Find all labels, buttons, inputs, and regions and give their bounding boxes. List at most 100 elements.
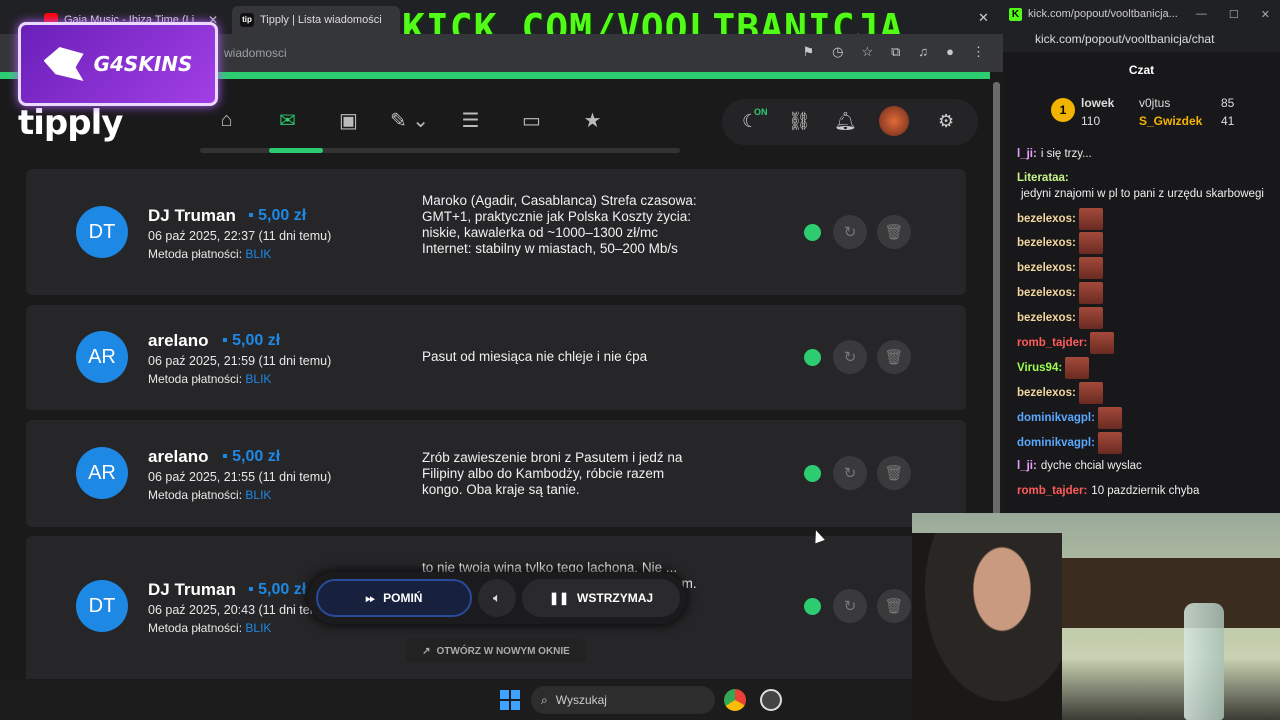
status-dot <box>804 224 821 241</box>
menu-icon[interactable]: ⋮ <box>972 44 985 60</box>
chat-message: bezelexos: <box>1017 282 1275 304</box>
leader-value: 41 <box>1221 114 1235 128</box>
webcam-bottle <box>1184 603 1224 720</box>
webcam-shelf <box>1042 558 1280 628</box>
home-icon[interactable]: ⌂ <box>196 103 257 137</box>
server-icon[interactable]: ☰ <box>440 103 501 137</box>
chat-text: i się trzy... <box>1040 148 1092 160</box>
donation-message: Pasut od miesiąca nie chleje i nie ćpa <box>422 349 648 364</box>
leader-user: lowek <box>1081 96 1115 110</box>
star-icon[interactable]: ★ <box>562 103 623 137</box>
chat-username[interactable]: bezelexos: <box>1017 385 1076 401</box>
search-icon: ⌕ <box>541 692 548 707</box>
profile-icon[interactable]: ● <box>946 44 954 60</box>
avatar: AR <box>76 447 128 499</box>
chat-message: bezelexos: <box>1017 257 1275 279</box>
trash-icon[interactable]: 🗑︎ <box>877 456 911 490</box>
extensions-icon[interactable]: ⧉ <box>891 44 900 60</box>
chat-message: dominikvagpl: <box>1017 407 1275 429</box>
chat-message: bezelexos: <box>1017 382 1275 404</box>
bookmark-star-icon[interactable]: ☆ <box>861 44 873 60</box>
chat-text: dyche chcial wyslac <box>1040 460 1142 472</box>
chat-username[interactable]: bezelexos: <box>1017 310 1076 326</box>
replay-icon[interactable]: ↻ <box>833 456 867 490</box>
url-text: wiadomosci <box>224 46 287 60</box>
avatar[interactable] <box>879 106 909 136</box>
windows-start-icon[interactable] <box>500 690 520 710</box>
emote-icon <box>1078 208 1103 230</box>
gear-icon[interactable]: ⚙ <box>938 111 954 132</box>
minimize-icon[interactable]: — <box>1196 8 1207 21</box>
chat-tab-title[interactable]: kick.com/popout/vooltbanicja... <box>1028 8 1178 20</box>
avatar: AR <box>76 331 128 383</box>
pause-icon: ❚❚ <box>548 591 570 605</box>
emote-icon <box>1078 282 1103 304</box>
translate-icon[interactable]: ⚑ <box>802 44 814 60</box>
chat-username[interactable]: l_ji: <box>1017 458 1037 474</box>
open-new-window-button[interactable]: ↗ OTWÓRZ W NOWYM OKNIE <box>406 639 586 663</box>
bell-icon[interactable]: 🔔︎ <box>834 111 857 132</box>
chat-username[interactable]: Literataa: <box>1017 170 1069 186</box>
chat-username[interactable]: dominikvagpl: <box>1017 410 1095 426</box>
message-card: AR arelano ▪ 5,00 zł 06 paź 2025, 21:59 … <box>26 305 966 410</box>
status-dot <box>804 465 821 482</box>
wallet-icon[interactable]: ▣ <box>318 103 379 137</box>
obs-icon[interactable] <box>760 689 782 711</box>
media-icon[interactable]: ♫ <box>918 44 928 60</box>
chat-message: Virus94: <box>1017 357 1275 379</box>
trash-icon[interactable]: 🗑︎ <box>877 340 911 374</box>
avatar: DT <box>76 206 128 258</box>
trash-icon[interactable]: 🗑︎ <box>877 215 911 249</box>
emote-icon <box>1090 332 1115 354</box>
payment-method: Metoda płatności: BLIK <box>148 372 272 386</box>
chat-username[interactable]: bezelexos: <box>1017 211 1076 227</box>
status-dot <box>804 598 821 615</box>
chat-address-bar[interactable]: kick.com/popout/vooltbanicja/chat <box>1003 28 1280 52</box>
toolbar-icons: ⚑ ◷ ☆ ⧉ ♫ ● ⋮ <box>802 44 985 60</box>
chat-text: jedyni znajomi w pl to pani z urzędu ska… <box>1021 188 1264 200</box>
maximize-icon[interactable]: ☐ <box>1229 8 1239 21</box>
chat-username[interactable]: bezelexos: <box>1017 235 1076 251</box>
chrome-icon[interactable] <box>724 689 746 711</box>
tts-player: ⏩︎ POMIŃ 🔈︎ ❚❚ WSTRZYMAJ <box>308 572 686 624</box>
emote-icon <box>1078 307 1103 329</box>
emote-icon <box>1097 432 1122 454</box>
chat-username[interactable]: Virus94: <box>1017 360 1062 376</box>
edit-icon[interactable]: ✎ ⌄ <box>379 103 440 137</box>
chat-tab-bar: K kick.com/popout/vooltbanicja... — ☐ ✕ <box>1003 0 1280 28</box>
donation-date: 06 paź 2025, 21:55 (11 dni temu) <box>148 470 332 484</box>
replay-icon[interactable]: ↻ <box>833 215 867 249</box>
donation-message: Zrób zawieszenie broni z Pasutem i jedź … <box>422 450 683 497</box>
performance-icon[interactable]: ◷ <box>832 44 843 60</box>
donor-name: DJ Truman <box>148 580 236 599</box>
chat-username[interactable]: romb_tajder: <box>1017 335 1087 351</box>
close-icon[interactable]: ✕ <box>978 10 989 26</box>
chat-message: l_ji: i się trzy... <box>1017 146 1275 162</box>
replay-icon[interactable]: ↻ <box>833 589 867 623</box>
kick-icon: K <box>1009 7 1022 21</box>
close-icon[interactable]: ✕ <box>1261 8 1270 21</box>
pause-button[interactable]: ❚❚ WSTRZYMAJ <box>522 579 680 617</box>
payment-method: Metoda płatności: BLIK <box>148 488 272 502</box>
emote-icon <box>1065 357 1090 379</box>
leader-value: 85 <box>1221 96 1235 110</box>
chat-username[interactable]: bezelexos: <box>1017 285 1076 301</box>
messages-icon[interactable]: ✉ <box>257 103 318 137</box>
taskbar-search[interactable]: ⌕ Wyszukaj <box>531 686 715 714</box>
message-card: AR arelano ▪ 5,00 zł 06 paź 2025, 21:55 … <box>26 420 966 527</box>
tipply-logo[interactable]: tipply <box>18 103 123 143</box>
chat-username[interactable]: romb_tajder: <box>1017 483 1087 499</box>
volume-icon[interactable]: 🔈︎ <box>478 579 516 617</box>
link-icon[interactable]: ⛓ <box>788 111 811 132</box>
chat-message: romb_tajder: 10 pazdziernik chyba <box>1017 483 1275 499</box>
donation-amount: ▪ 5,00 zł <box>248 207 307 224</box>
window-icon[interactable]: ▭ <box>501 103 562 137</box>
chat-message: dominikvagpl: <box>1017 432 1275 454</box>
skip-button[interactable]: ⏩︎ POMIŃ <box>316 579 472 617</box>
chat-username[interactable]: l_ji: <box>1017 146 1037 162</box>
trash-icon[interactable]: 🗑︎ <box>877 589 911 623</box>
tab-tipply[interactable]: tip Tipply | Lista wiadomości <box>232 6 400 34</box>
chat-username[interactable]: dominikvagpl: <box>1017 435 1095 451</box>
replay-icon[interactable]: ↻ <box>833 340 867 374</box>
chat-username[interactable]: bezelexos: <box>1017 260 1076 276</box>
